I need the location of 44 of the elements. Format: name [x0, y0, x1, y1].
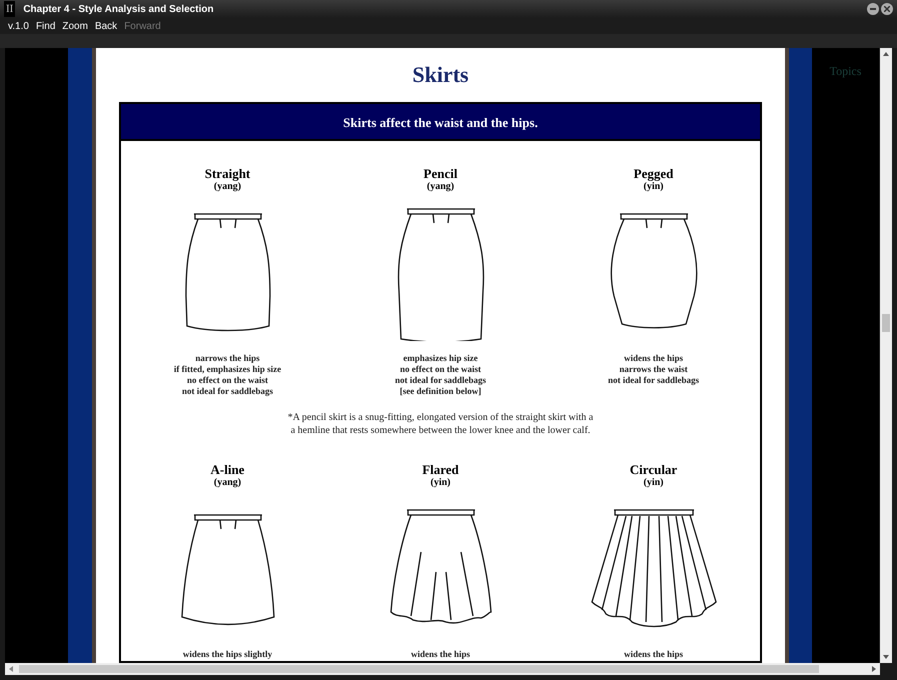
minimize-button[interactable]	[867, 3, 879, 15]
skirt-name: Flared	[422, 463, 459, 477]
note: widens the hips	[410, 649, 470, 660]
note: narrows the hips	[195, 353, 260, 364]
note: widens the hips slightly	[182, 649, 272, 660]
style-type: (yang)	[214, 477, 242, 489]
note: no effect on the waist	[400, 364, 481, 375]
window-title: Chapter 4 - Style Analysis and Selection	[23, 2, 214, 16]
close-button[interactable]	[881, 3, 893, 15]
style-type: (yin)	[644, 477, 664, 489]
menu-item[interactable]: Zoom	[62, 18, 88, 34]
style-type: (yang)	[214, 181, 242, 193]
style-type: (yin)	[430, 477, 450, 489]
footnote: a hemline that rests somewhere between the lower knee and the lower calf.	[290, 424, 590, 437]
note: widens the hips	[624, 353, 684, 364]
note: not ideal for saddlebags	[608, 375, 700, 386]
banner: Skirts affect the waist and the hips.	[121, 104, 760, 141]
note: not ideal for saddlebags	[394, 375, 486, 386]
skirt-name: A-line	[210, 463, 244, 477]
footnote: *A pencil skirt is a snug-fitting, elongated version of the straight skirt with a	[288, 411, 594, 424]
horizontal-scrollbar[interactable]	[5, 663, 880, 675]
scroll-thumb[interactable]	[19, 665, 819, 673]
note: emphasizes hip size	[403, 353, 478, 364]
note: narrows the waist	[619, 364, 688, 375]
skirt-name: Circular	[630, 463, 678, 477]
menu-item[interactable]: Find	[36, 18, 56, 34]
skirt-name: Pegged	[634, 167, 674, 181]
minimize-icon	[870, 8, 876, 10]
app-logo: II	[4, 0, 16, 18]
menu-item[interactable]: Back	[94, 18, 118, 34]
skirt-name: Pencil	[424, 167, 458, 181]
vertical-scrollbar[interactable]	[880, 48, 892, 663]
note: not ideal for saddlebags	[182, 386, 274, 397]
style-type: (yin)	[644, 181, 664, 193]
style-type: (yang)	[426, 181, 454, 193]
page-title: Skirts	[412, 61, 469, 89]
scroll-thumb[interactable]	[882, 314, 890, 332]
close-icon	[884, 6, 890, 12]
skirt-name: Straight	[204, 167, 250, 181]
note: widens the hips	[624, 649, 684, 660]
menu-item[interactable]: v.1.0	[8, 18, 29, 34]
note: [see definition below]	[400, 386, 482, 397]
note: if fitted, emphasizes hip size	[174, 364, 282, 375]
note: no effect on the waist	[187, 375, 268, 386]
